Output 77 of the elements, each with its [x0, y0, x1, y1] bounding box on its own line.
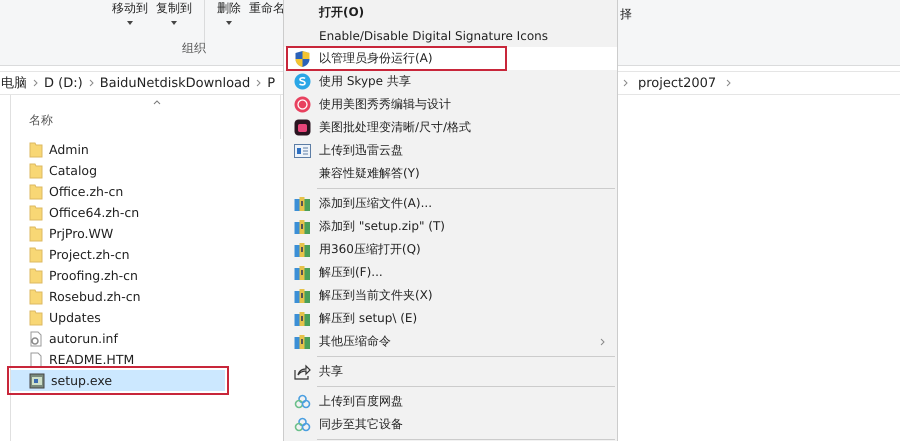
chevron-icon [726, 79, 732, 87]
chevron-icon [88, 79, 94, 87]
menu-item[interactable]: 美图批处理变清晰/尺寸/格式 [284, 116, 617, 139]
file-row[interactable]: Project.zh-cn [11, 244, 264, 265]
file-row[interactable]: autorun.inf [11, 328, 264, 349]
ribbon-label: 择 [620, 6, 632, 23]
ribbon-button[interactable]: 删除 [213, 0, 245, 25]
menu-item[interactable]: 共享 [284, 360, 617, 383]
menu-item[interactable]: 使用 Skype 共享 [284, 70, 617, 93]
baidu-cloud-icon [294, 417, 311, 432]
chevron-icon [600, 338, 605, 346]
menu-item[interactable]: 添加到压缩文件(A)... [284, 192, 617, 215]
shield-icon [294, 50, 311, 68]
chevron-icon [33, 79, 38, 87]
folder-icon [29, 184, 43, 200]
menu-item[interactable]: 解压到当前文件夹(X) [284, 284, 617, 307]
menu-item[interactable]: Enable/Disable Digital Signature Icons [284, 24, 617, 47]
menu-item[interactable]: 上传到迅雷云盘 [284, 139, 617, 162]
card-icon [294, 144, 311, 158]
archive-icon [294, 288, 311, 304]
archive-icon [294, 196, 311, 212]
share-icon [294, 364, 311, 380]
file-row[interactable]: Rosebud.zh-cn [11, 286, 264, 307]
settings-file-icon [29, 330, 43, 346]
folder-icon [29, 162, 43, 178]
file-row[interactable]: Catalog [11, 160, 264, 181]
document-icon [29, 352, 43, 368]
menu-item[interactable]: 添加到 "setup.zip" (T) [284, 215, 617, 238]
menu-item[interactable]: 同步至其它设备 [284, 413, 617, 436]
archive-icon [294, 218, 311, 234]
folder-icon [29, 288, 43, 304]
folder-icon [29, 226, 43, 242]
file-row[interactable]: Office64.zh-cn [11, 202, 264, 223]
ribbon-button[interactable]: 移动到 [108, 0, 152, 25]
dropdown-caret-icon [171, 21, 177, 25]
file-row[interactable]: Proofing.zh-cn [11, 265, 264, 286]
archive-icon [294, 310, 311, 326]
program-icon [29, 372, 45, 388]
menu-item[interactable]: 上传到百度网盘 [284, 390, 617, 413]
meitu-batch-icon [294, 119, 311, 136]
folder-icon [29, 268, 43, 284]
file-row[interactable]: Admin [11, 139, 264, 160]
folder-icon [29, 142, 43, 158]
group-label: 组织 [182, 41, 206, 55]
menu-item[interactable]: 解压到(F)... [284, 261, 617, 284]
breadcrumb-item[interactable]: BaiduNetdiskDownload [100, 76, 250, 90]
breadcrumb-item[interactable]: P [267, 76, 276, 90]
folder-icon [29, 246, 43, 262]
file-row[interactable]: README.HTM [11, 349, 264, 370]
breadcrumb-item[interactable]: project2007 [638, 76, 716, 90]
archive-icon [294, 264, 311, 280]
chevron-icon [256, 79, 262, 87]
breadcrumb-item[interactable]: 电脑 [1, 74, 27, 92]
menu-item[interactable]: 使用美图秀秀编辑与设计 [284, 93, 617, 116]
meitu-icon [294, 96, 311, 113]
file-row[interactable]: PrjPro.WW [11, 223, 264, 244]
dropdown-caret-icon [127, 21, 133, 25]
column-header[interactable]: 名称 [29, 112, 53, 129]
sort-caret-icon [153, 100, 161, 105]
baidu-cloud-icon [294, 394, 311, 409]
ribbon-button[interactable]: 复制到 [152, 0, 196, 25]
menu-item[interactable]: 解压到 setup\ (E) [284, 307, 617, 330]
menu-item[interactable]: 兼容性疑难解答(Y) [284, 162, 617, 185]
archive-icon [294, 242, 311, 258]
file-row[interactable]: setup.exe [11, 370, 225, 391]
dropdown-caret-icon [226, 21, 232, 25]
folder-icon [29, 310, 43, 326]
skype-icon [294, 73, 311, 90]
folder-icon [29, 204, 43, 220]
menu-item[interactable]: 用360压缩打开(Q) [284, 238, 617, 261]
file-row[interactable]: Updates [11, 307, 264, 328]
chevron-icon [623, 79, 628, 87]
file-row[interactable]: Office.zh-cn [11, 181, 264, 202]
breadcrumb-item[interactable]: D (D:) [44, 76, 83, 90]
archive-icon [294, 334, 311, 350]
menu-item[interactable]: 其他压缩命令 [284, 330, 617, 353]
menu-item[interactable]: 以管理员身份运行(A) [284, 47, 617, 70]
